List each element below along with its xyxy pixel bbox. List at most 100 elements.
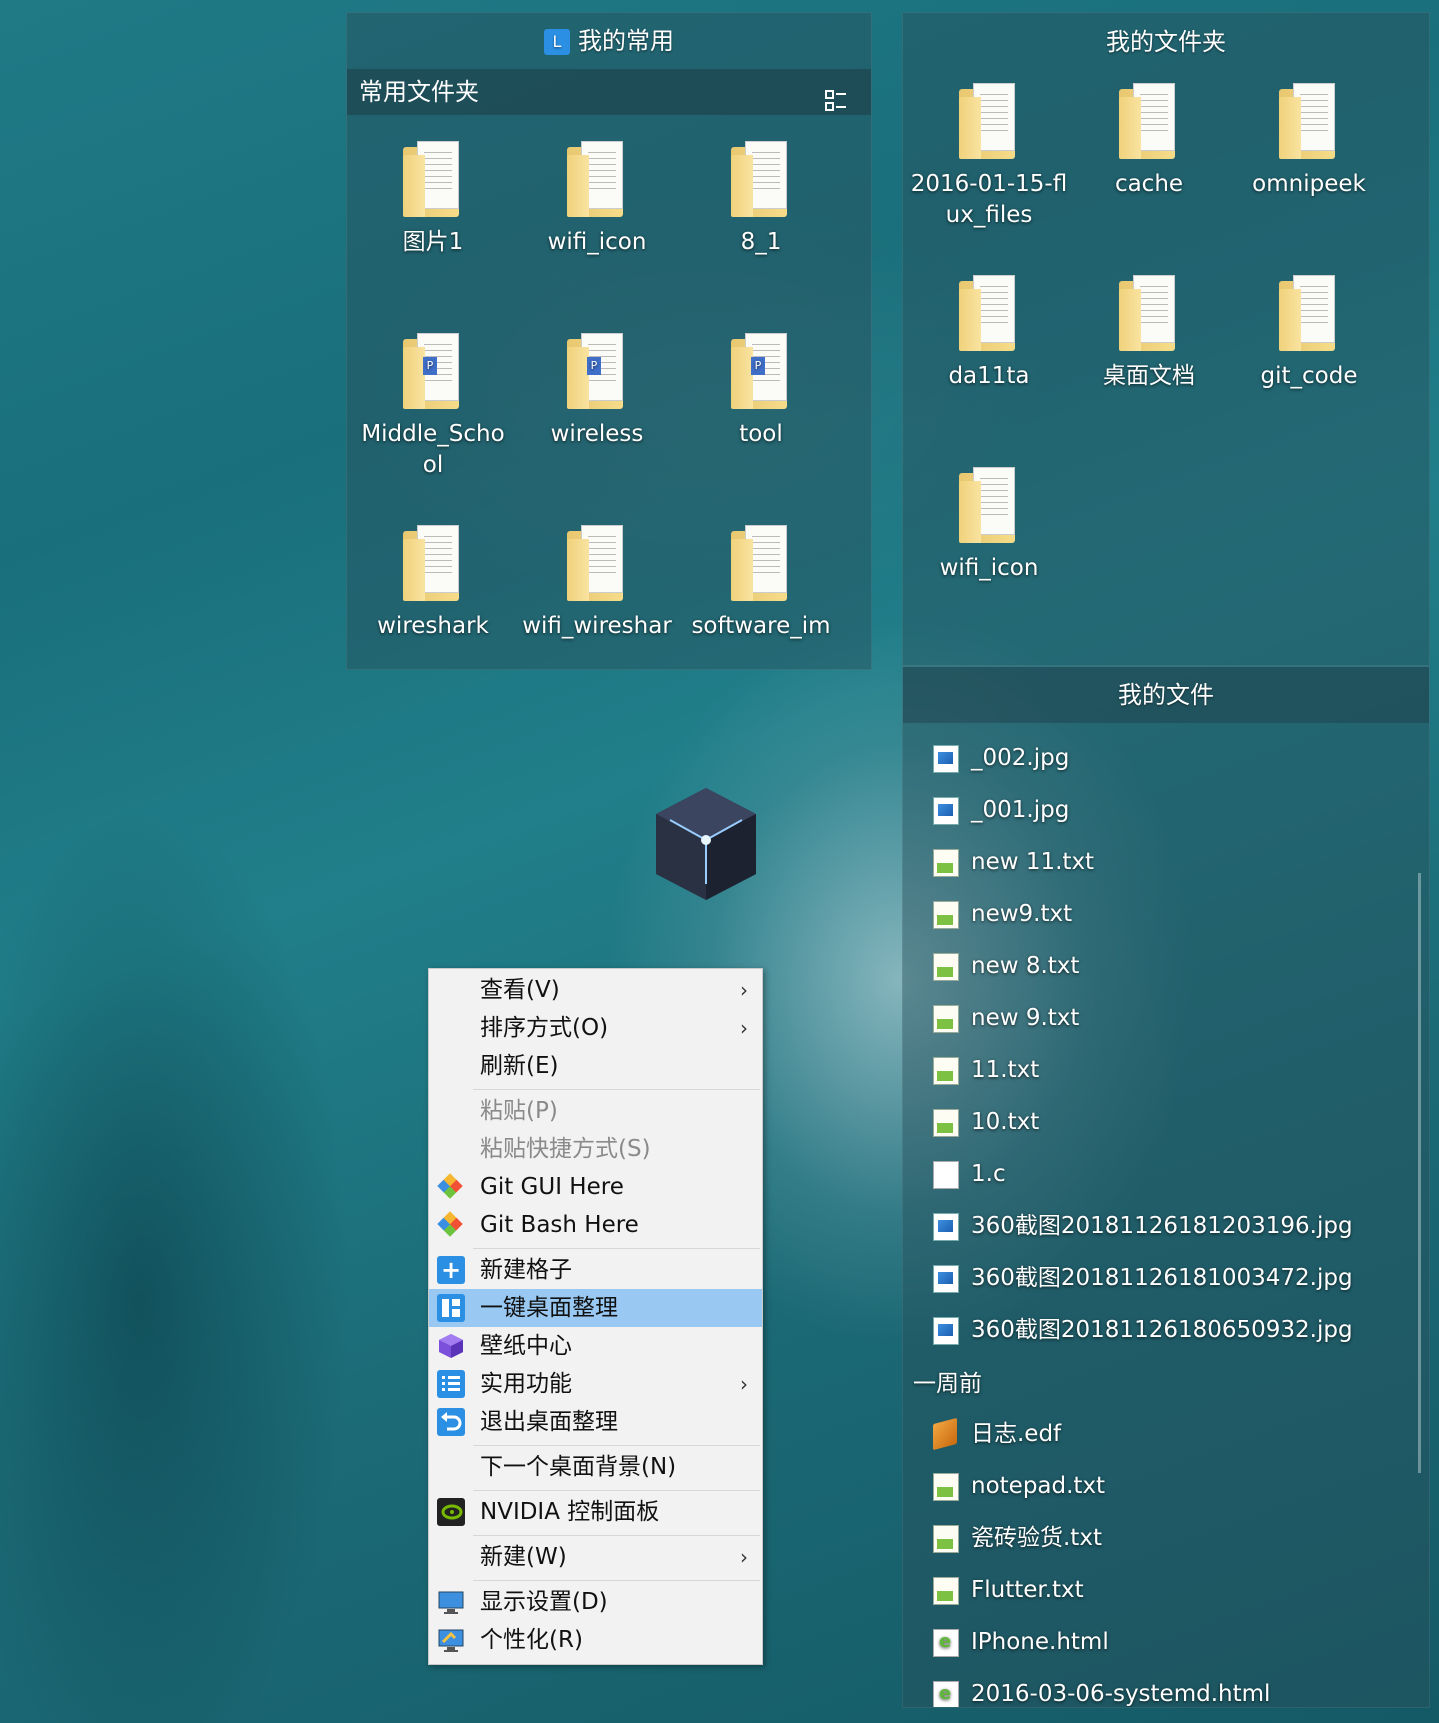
folder-label: tool xyxy=(739,421,783,447)
file-item[interactable]: new 11.txt xyxy=(903,839,1403,885)
folder-item[interactable]: P Middle_Scho ol xyxy=(353,333,513,481)
list-icon xyxy=(437,1370,465,1398)
menu-item-new-grid[interactable]: + 新建格子 xyxy=(429,1251,762,1289)
folder-item[interactable]: Ptool xyxy=(681,333,841,450)
file-item[interactable]: 360截图20181126180650932.jpg xyxy=(903,1307,1403,1353)
folder-item[interactable]: software_im xyxy=(681,525,841,642)
git-icon xyxy=(437,1173,465,1201)
menu-label: 实用功能 xyxy=(480,1371,572,1397)
menu-separator xyxy=(473,1089,760,1090)
file-item[interactable]: Flutter.txt xyxy=(903,1567,1403,1613)
menu-item-personalize[interactable]: 个性化(R) xyxy=(429,1621,762,1659)
desktop-context-menu: 查看(V) › 排序方式(O) › 刷新(E) 粘贴(P) 粘贴快捷方式(S) Gi… xyxy=(428,968,763,1665)
folder-label: git_code xyxy=(1260,363,1358,389)
file-item[interactable]: 360截图20181126181203196.jpg xyxy=(903,1203,1403,1249)
folder-item[interactable]: da11ta xyxy=(909,275,1069,392)
folder-item[interactable]: cache xyxy=(1069,83,1229,200)
menu-item-new[interactable]: 新建(W) › xyxy=(429,1538,762,1576)
file-item[interactable]: 11.txt xyxy=(903,1047,1403,1093)
menu-label: Git GUI Here xyxy=(480,1174,624,1200)
menu-separator xyxy=(473,1535,760,1536)
file-item[interactable]: 1.c xyxy=(903,1151,1403,1197)
menu-label: Git Bash Here xyxy=(480,1212,639,1238)
menu-item-refresh[interactable]: 刷新(E) xyxy=(429,1047,762,1085)
folder-label: omnipeek xyxy=(1252,171,1366,197)
text-file-icon xyxy=(933,1577,959,1605)
file-item[interactable]: new9.txt xyxy=(903,891,1403,937)
layout-toggle-icon[interactable] xyxy=(825,81,847,111)
files-scrollbar[interactable] xyxy=(1418,873,1421,1473)
menu-separator xyxy=(473,1580,760,1581)
folder-label: software_im xyxy=(691,613,831,639)
menu-item-view[interactable]: 查看(V) › xyxy=(429,971,762,1009)
file-item[interactable]: 2016-03-06-systemd.html xyxy=(903,1671,1403,1707)
menu-item-nvidia[interactable]: NVIDIA 控制面板 xyxy=(429,1493,762,1531)
folder-item[interactable]: wifi_icon xyxy=(909,467,1069,584)
folder-item[interactable]: omnipeek xyxy=(1229,83,1389,200)
files-list: _002.jpg _001.jpgnew 11.txt new9.txt new 8.… xyxy=(903,723,1429,1707)
menu-label: 刷新(E) xyxy=(480,1053,559,1079)
folder-icon xyxy=(567,141,627,219)
common-panel: L 我的常用 常用文件夹 图片1 wifi_icon 8_1 P Middle_Scho … xyxy=(346,12,872,670)
cube-app-icon[interactable] xyxy=(652,784,760,904)
menu-label: 粘贴(P) xyxy=(480,1098,558,1124)
file-item[interactable]: _002.jpg xyxy=(903,735,1403,781)
folder-icon: P xyxy=(567,333,627,411)
folder-item[interactable]: 8_1 xyxy=(681,141,841,258)
menu-item-wallpaper[interactable]: 壁纸中心 xyxy=(429,1327,762,1365)
text-file-icon xyxy=(933,1005,959,1033)
file-name: 360截图20181126181003472.jpg xyxy=(971,1265,1353,1291)
text-file-icon xyxy=(933,1057,959,1085)
file-item[interactable]: notepad.txt xyxy=(903,1463,1403,1509)
file-item[interactable]: new 9.txt xyxy=(903,995,1403,1041)
common-folders-label: 常用文件夹 xyxy=(359,78,479,106)
menu-item-git-gui[interactable]: Git GUI Here xyxy=(429,1168,762,1206)
file-name: new 9.txt xyxy=(971,1005,1080,1031)
menu-item-utilities[interactable]: 实用功能 › xyxy=(429,1365,762,1403)
chevron-right-icon: › xyxy=(740,1016,748,1040)
git-icon xyxy=(437,1211,465,1239)
menu-item-git-bash[interactable]: Git Bash Here xyxy=(429,1206,762,1244)
file-item[interactable]: 10.txt xyxy=(903,1099,1403,1145)
organize-grid-icon xyxy=(437,1294,465,1322)
folder-item[interactable]: wireshark xyxy=(353,525,513,642)
file-item[interactable]: IPhone.html xyxy=(903,1619,1403,1665)
file-item[interactable]: _001.jpg xyxy=(903,787,1403,833)
folder-item[interactable]: Pwireless xyxy=(517,333,677,450)
text-file-icon xyxy=(933,1525,959,1553)
folder-label: 2016-01-15-flux_files xyxy=(910,171,1068,228)
file-name: Flutter.txt xyxy=(971,1577,1084,1603)
menu-item-sort[interactable]: 排序方式(O) › xyxy=(429,1009,762,1047)
folder-item[interactable]: wifi_wireshar xyxy=(517,525,677,642)
folder-icon xyxy=(1119,275,1179,353)
menu-item-paste-shortcut: 粘贴快捷方式(S) xyxy=(429,1130,762,1168)
folder-icon xyxy=(959,83,1019,161)
folder-icon: P xyxy=(403,333,463,411)
folder-item[interactable]: 图片1 xyxy=(353,141,513,258)
folder-icon xyxy=(959,275,1019,353)
menu-label: 一键桌面整理 xyxy=(480,1295,618,1321)
file-name: IPhone.html xyxy=(971,1629,1109,1655)
image-file-icon xyxy=(933,797,959,825)
c-file-icon xyxy=(933,1161,959,1189)
menu-item-display-settings[interactable]: 显示设置(D) xyxy=(429,1583,762,1621)
menu-separator xyxy=(473,1248,760,1249)
menu-item-exit-organize[interactable]: 退出桌面整理 xyxy=(429,1403,762,1441)
file-name: 1.c xyxy=(971,1161,1006,1187)
menu-item-next-background[interactable]: 下一个桌面背景(N) xyxy=(429,1448,762,1486)
file-name: notepad.txt xyxy=(971,1473,1106,1499)
folder-item[interactable]: 2016-01-15-flux_files xyxy=(909,83,1069,231)
file-name: _002.jpg xyxy=(971,745,1070,771)
folder-item[interactable]: git_code xyxy=(1229,275,1389,392)
folder-item[interactable]: 桌面文档 xyxy=(1069,275,1229,392)
file-item[interactable]: 日志.edf xyxy=(903,1411,1403,1457)
file-item[interactable]: new 8.txt xyxy=(903,943,1403,989)
folder-item[interactable]: wifi_icon xyxy=(517,141,677,258)
file-item[interactable]: 360截图20181126181003472.jpg xyxy=(903,1255,1403,1301)
edf-file-icon xyxy=(933,1417,957,1451)
menu-item-organize-desktop[interactable]: 一键桌面整理 xyxy=(429,1289,762,1327)
file-item[interactable]: 瓷砖验货.txt xyxy=(903,1515,1403,1561)
file-name: new 11.txt xyxy=(971,849,1095,875)
folder-label: Middle_Scho ol xyxy=(361,421,505,478)
file-name: 360截图20181126181203196.jpg xyxy=(971,1213,1353,1239)
